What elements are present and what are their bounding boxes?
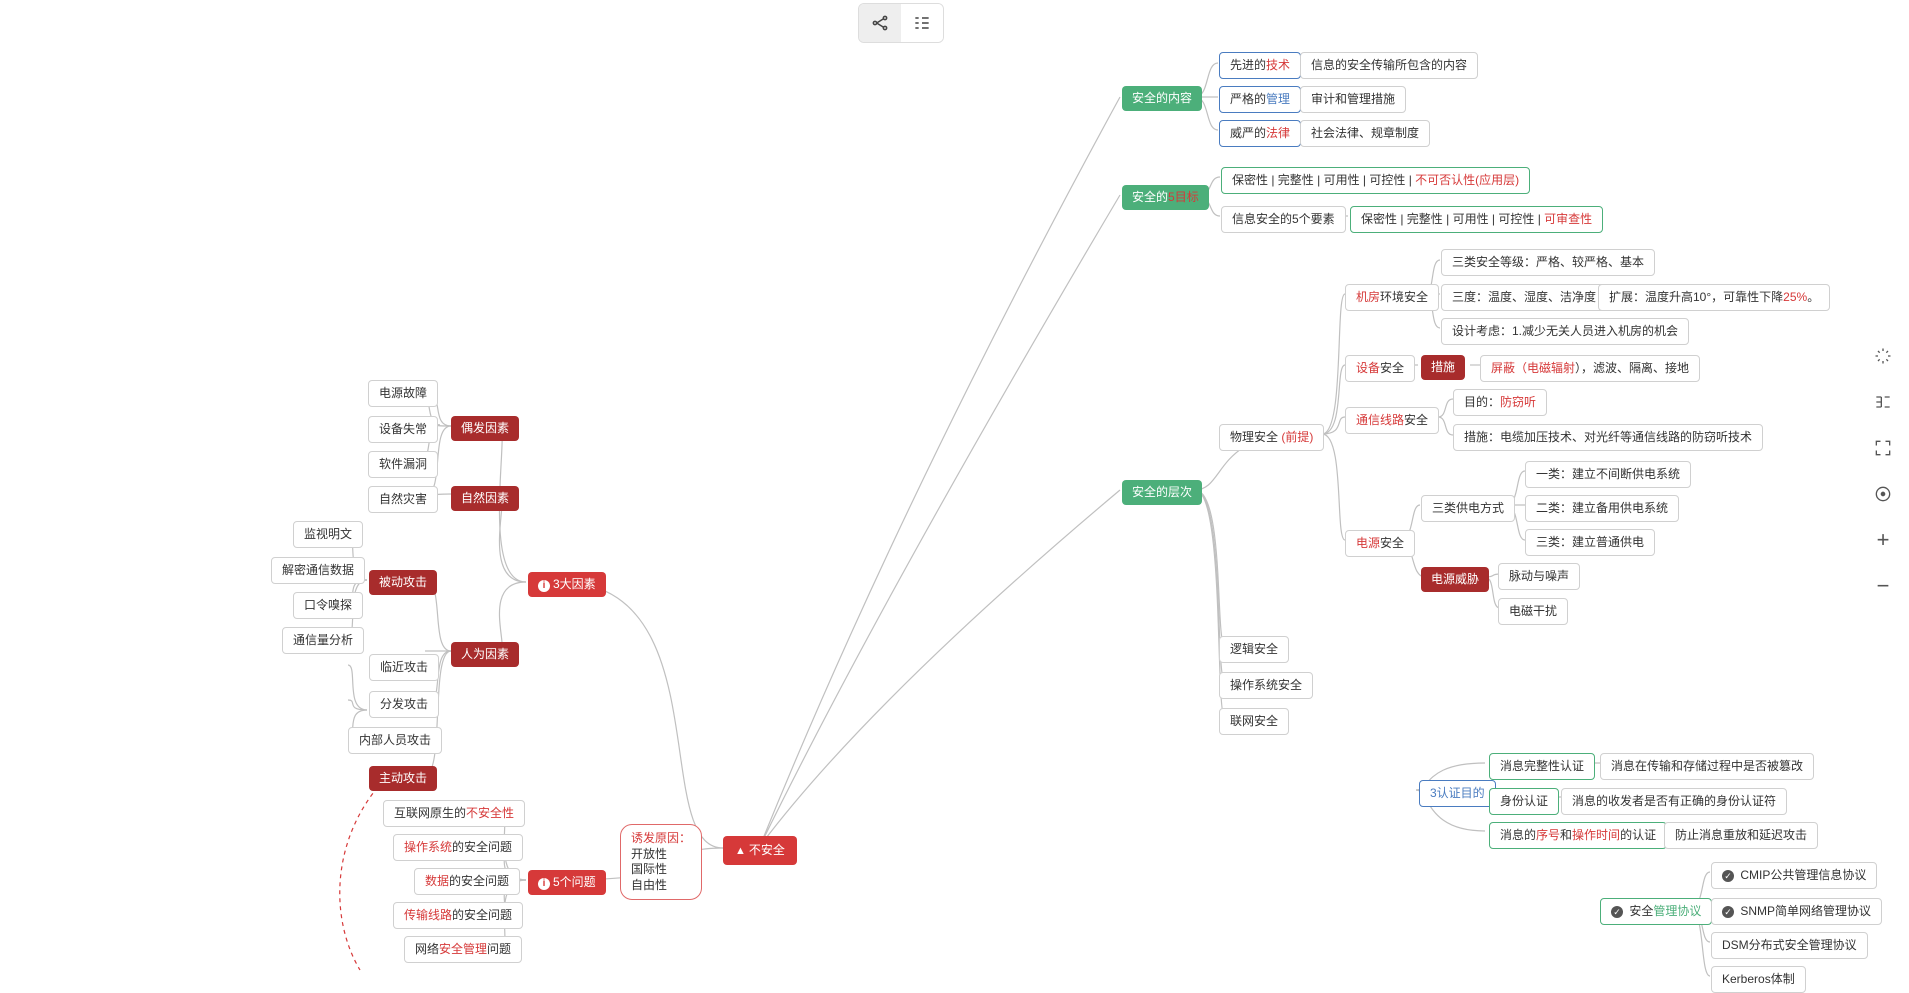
view-outline-button[interactable] [901,4,943,42]
leaf-room-three-d[interactable]: 三度：温度、湿度、洁净度 [1441,284,1607,311]
leaf-five-elements[interactable]: 信息安全的5个要素 [1221,206,1346,233]
leaf-device-measures[interactable]: 措施 [1421,355,1465,380]
leaf-problem-internet[interactable]: 互联网原生的不安全性 [383,800,525,827]
leaf-problem-data[interactable]: 数据的安全问题 [414,868,520,895]
leaf-monitor-plaintext[interactable]: 监视明文 [293,521,363,548]
node-physical-security[interactable]: 物理安全 (前提) [1219,424,1324,451]
magic-icon[interactable] [1867,340,1899,372]
leaf-problem-os[interactable]: 操作系统的安全问题 [393,834,523,861]
leaf-power-w1[interactable]: 一类：建立不间断供电系统 [1525,461,1691,488]
info-icon: i [538,580,550,592]
node-machine-room[interactable]: 机房环境安全 [1345,284,1439,311]
leaf-protocol-dsm[interactable]: DSM分布式安全管理协议 [1711,932,1868,959]
info-icon: i [538,878,550,890]
node-sec-protocols[interactable]: ✓ 安全管理协议 [1600,898,1712,925]
node-comm-line[interactable]: 通信线路安全 [1345,407,1439,434]
leaf-auth-seq-r[interactable]: 防止消息重放和延迟攻击 [1664,822,1818,849]
leaf-strict-law[interactable]: 威严的法律 [1219,120,1301,147]
leaf-auth-integrity-r[interactable]: 消息在传输和存储过程中是否被篡改 [1600,753,1814,780]
leaf-device-abnormal[interactable]: 设备失常 [368,416,438,443]
leaf-comm-measure[interactable]: 措施：电缆加压技术、对光纤等通信线路的防窃听技术 [1453,424,1763,451]
fit-screen-icon[interactable] [1867,432,1899,464]
check-icon: ✓ [1722,870,1734,882]
leaf-device-detail[interactable]: 屏蔽（电磁辐射），滤波、隔离、接地 [1480,355,1700,382]
leaf-room-level[interactable]: 三类安全等级：严格、较严格、基本 [1441,249,1655,276]
leaf-net-security[interactable]: 联网安全 [1219,708,1289,735]
leaf-auth-identity[interactable]: 身份认证 [1489,788,1559,815]
leaf-decrypt-comm[interactable]: 解密通信数据 [271,557,365,584]
node-active-attack[interactable]: 主动攻击 [369,766,437,791]
node-five-problems[interactable]: i5个问题 [528,870,606,895]
node-passive-attack[interactable]: 被动攻击 [369,570,437,595]
node-natural[interactable]: 自然因素 [451,486,519,511]
zoom-in-button[interactable]: + [1867,524,1899,556]
leaf-power-w2[interactable]: 二类：建立备用供电系统 [1525,495,1679,522]
node-power-security[interactable]: 电源安全 [1345,530,1415,557]
leaf-natural-disaster[interactable]: 自然灾害 [368,486,438,513]
leaf-goals-line1[interactable]: 保密性 | 完整性 | 可用性 | 可控性 | 不可否认性(应用层) [1221,167,1530,194]
leaf-auth-seq[interactable]: 消息的序号和操作时间的认证 [1489,822,1667,849]
check-icon: ✓ [1722,906,1734,918]
node-power-threat[interactable]: 电源威胁 [1421,567,1489,592]
leaf-os-security[interactable]: 操作系统安全 [1219,672,1313,699]
leaf-mgmt-detail[interactable]: 审计和管理措施 [1300,86,1406,113]
node-security-layers[interactable]: 安全的层次 [1122,480,1202,505]
tree-toggle-icon[interactable] [1867,386,1899,418]
node-auth-goals[interactable]: 3认证目的 [1419,780,1496,807]
leaf-protocol-snmp[interactable]: ✓ SNMP简单网络管理协议 [1711,898,1882,925]
leaf-advanced-tech[interactable]: 先进的技术 [1219,52,1301,79]
leaf-room-ext[interactable]: 扩展：温度升高10°，可靠性下降25%。 [1598,284,1830,311]
leaf-problem-line[interactable]: 传输线路的安全问题 [393,902,523,929]
leaf-protocol-kerberos[interactable]: Kerberos体制 [1711,966,1806,993]
check-icon: ✓ [1611,906,1623,918]
leaf-logic-security[interactable]: 逻辑安全 [1219,636,1289,663]
leaf-power-w3[interactable]: 三类：建立普通供电 [1525,529,1655,556]
leaf-proximity-attack[interactable]: 临近攻击 [369,654,439,681]
leaf-traffic-analysis[interactable]: 通信量分析 [282,627,364,654]
node-human[interactable]: 人为因素 [451,642,519,667]
leaf-three-power-ways[interactable]: 三类供电方式 [1421,495,1515,522]
leaf-threat-1[interactable]: 脉动与噪声 [1498,563,1580,590]
leaf-auth-identity-r[interactable]: 消息的收发者是否有正确的身份认证符 [1561,788,1787,815]
warning-icon: ▲ [735,844,746,859]
node-device-security[interactable]: 设备安全 [1345,355,1415,382]
leaf-comm-goal[interactable]: 目的：防窃听 [1453,389,1547,416]
center-node-insecure[interactable]: ▲不安全 [723,836,797,865]
center-view-icon[interactable] [1867,478,1899,510]
node-three-factors[interactable]: i3大因素 [528,572,606,597]
leaf-password-sniff[interactable]: 口令嗅探 [293,592,363,619]
leaf-law-detail[interactable]: 社会法律、规章制度 [1300,120,1430,147]
leaf-insider-attack[interactable]: 内部人员攻击 [348,727,442,754]
leaf-tech-detail[interactable]: 信息的安全传输所包含的内容 [1300,52,1478,79]
view-mindmap-button[interactable] [859,4,901,42]
node-content-security[interactable]: 安全的内容 [1122,86,1202,111]
leaf-goals-line2[interactable]: 保密性 | 完整性 | 可用性 | 可控性 | 可审查性 [1350,206,1603,233]
leaf-auth-integrity[interactable]: 消息完整性认证 [1489,753,1595,780]
reasons-box[interactable]: 诱发原因： 开放性 国际性 自由性 [620,824,702,900]
leaf-power-failure[interactable]: 电源故障 [368,380,438,407]
leaf-protocol-cmip[interactable]: ✓ CMIP公共管理信息协议 [1711,862,1877,889]
node-five-goals[interactable]: 安全的5目标 [1122,185,1209,210]
node-accidental[interactable]: 偶发因素 [451,416,519,441]
leaf-distribution-attack[interactable]: 分发攻击 [369,691,439,718]
leaf-room-design[interactable]: 设计考虑：1.减少无关人员进入机房的机会 [1441,318,1689,345]
leaf-problem-mgmt[interactable]: 网络安全管理问题 [404,936,522,963]
leaf-software-vuln[interactable]: 软件漏洞 [368,451,438,478]
zoom-out-button[interactable]: − [1867,570,1899,602]
leaf-threat-2[interactable]: 电磁干扰 [1498,598,1568,625]
leaf-strict-mgmt[interactable]: 严格的管理 [1219,86,1301,113]
